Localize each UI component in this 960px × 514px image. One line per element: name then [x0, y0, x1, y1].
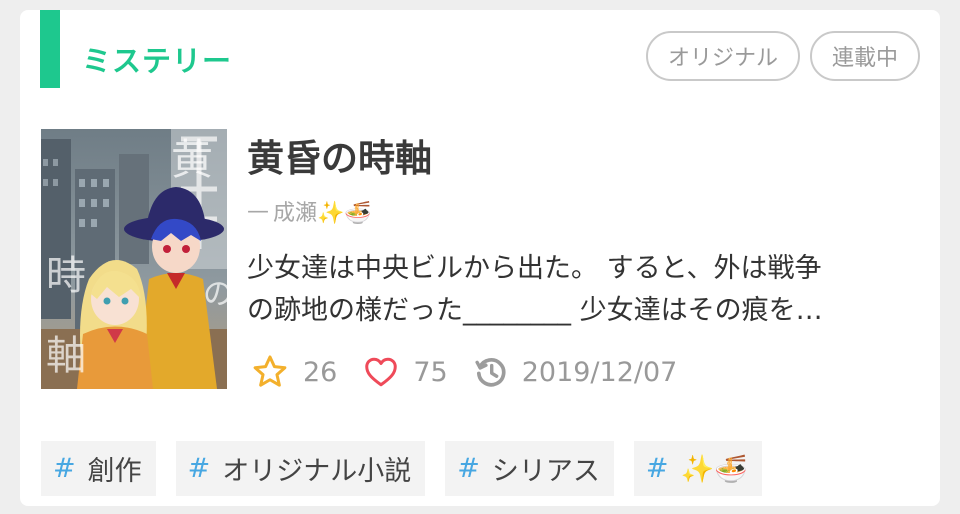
- likes-count: 75: [413, 356, 448, 388]
- svg-text:軸: 軸: [46, 333, 86, 379]
- tag-label: シリアス: [491, 456, 600, 487]
- svg-text:の: の: [203, 277, 227, 312]
- svg-text:時: 時: [46, 253, 86, 299]
- tag-item[interactable]: # ✨🍜: [633, 441, 762, 496]
- cover-image[interactable]: 黄 時 軸 の: [41, 129, 227, 389]
- summary-line: の跡地の様だった________ 少女達はその痕を…: [247, 295, 823, 326]
- genre-accent-bar: [40, 10, 60, 88]
- svg-text:黄: 黄: [171, 135, 213, 184]
- serializing-badge: 連載中: [809, 31, 920, 81]
- updated-stat: 2019/12/07: [474, 355, 678, 389]
- updated-date: 2019/12/07: [521, 356, 678, 388]
- novel-card[interactable]: ミステリー オリジナル 連載中 黄 時 軸 の 黄昏の時軸 — 成瀬✨🍜 少女達…: [20, 10, 940, 506]
- hash-icon: #: [457, 453, 480, 484]
- novel-summary[interactable]: 少女達は中央ビルから出た。 すると、外は戦争 の跡地の様だった________ …: [247, 248, 907, 332]
- hash-icon: #: [187, 453, 211, 484]
- genre-label[interactable]: ミステリー: [82, 38, 232, 80]
- star-icon: [253, 355, 287, 387]
- stars-stat[interactable]: 26: [251, 353, 337, 391]
- author-dash: —: [247, 198, 269, 224]
- tag-item[interactable]: # シリアス: [445, 441, 614, 496]
- stats-row: 26 75 2019/12/07: [251, 353, 703, 391]
- heart-icon: [365, 357, 398, 387]
- tag-label: 創作: [87, 456, 142, 487]
- tag-label: オリジナル小説: [222, 456, 412, 487]
- tag-label: ✨🍜: [680, 453, 748, 485]
- original-badge: オリジナル: [645, 31, 800, 81]
- summary-line: 少女達は中央ビルから出た。 すると、外は戦争: [247, 253, 822, 284]
- tag-list: # 創作 # オリジナル小説 # シリアス # ✨🍜: [41, 441, 762, 496]
- hash-icon: #: [645, 453, 669, 484]
- novel-title[interactable]: 黄昏の時軸: [247, 128, 432, 182]
- tag-item[interactable]: # オリジナル小説: [175, 441, 426, 496]
- hash-icon: #: [53, 453, 76, 484]
- author-line[interactable]: — 成瀬✨🍜: [247, 195, 372, 227]
- stars-count: 26: [303, 356, 338, 388]
- history-icon: [475, 358, 506, 387]
- likes-stat[interactable]: 75: [363, 354, 448, 390]
- author-name[interactable]: 成瀬✨🍜: [273, 195, 372, 227]
- cover-illustration: 黄 時 軸 の: [41, 129, 227, 389]
- status-pills: オリジナル 連載中: [645, 31, 920, 81]
- tag-item[interactable]: # 創作: [41, 441, 156, 496]
